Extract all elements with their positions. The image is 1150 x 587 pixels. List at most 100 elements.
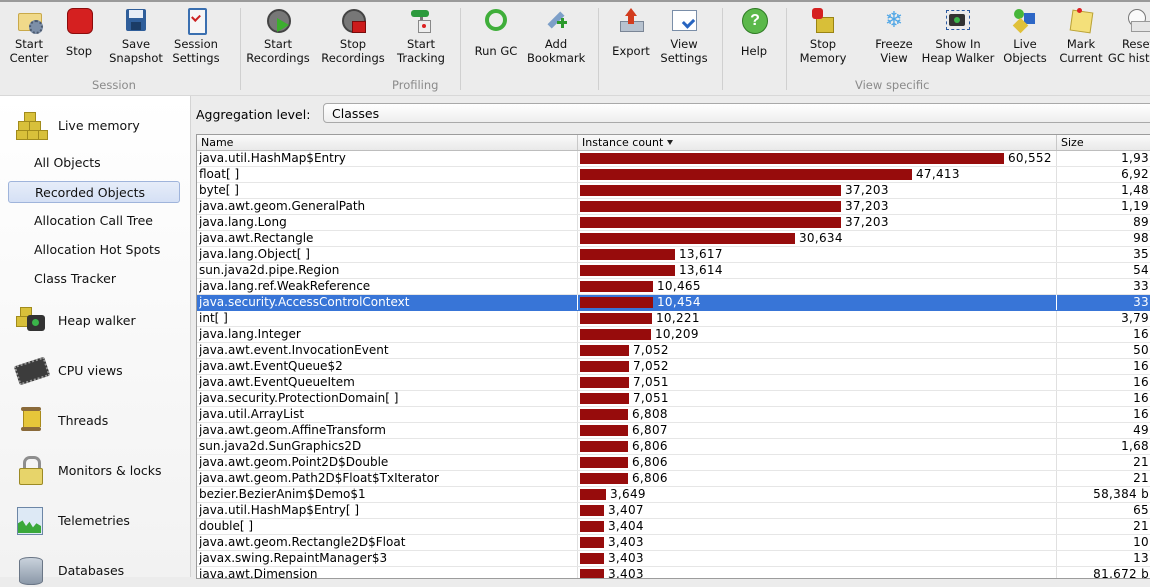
sidebar-item-recorded-objects[interactable]: Recorded Objects — [8, 181, 180, 203]
sidebar-category-telemetries[interactable]: Telemetries — [14, 503, 130, 537]
table-row[interactable]: java.awt.EventQueueItem 7,051 16 — [197, 375, 1150, 391]
table-row[interactable]: java.security.ProtectionDomain[ ] 7,051 16 — [197, 391, 1150, 407]
stop-recordings-button[interactable]: Stop Recordings — [320, 7, 386, 69]
run-gc-button[interactable]: Run GC — [470, 7, 522, 69]
table-row[interactable]: java.lang.Integer 10,209 16 — [197, 327, 1150, 343]
signpost-icon-part — [411, 10, 429, 17]
stop-button[interactable]: Stop — [57, 7, 101, 69]
session-settings-button[interactable]: Session Settings — [168, 7, 224, 69]
stop-memory-button[interactable]: Stop Memory — [795, 7, 851, 69]
sidebar-category-databases[interactable]: Databases — [14, 553, 124, 587]
reset-gc-history-label: Reset GC history — [1107, 37, 1150, 65]
table-row[interactable]: sun.java2d.SunGraphics2D 6,806 1,68 — [197, 439, 1150, 455]
table-row[interactable]: java.security.AccessControlContext 10,454… — [197, 295, 1150, 311]
main-panel: Aggregation level: Classes Name Instance… — [191, 96, 1150, 579]
recycle-icon-part — [485, 9, 507, 31]
stop-label: Stop — [65, 44, 93, 58]
instance-count-bar — [580, 489, 606, 500]
table-row[interactable]: sun.java2d.pipe.Region 13,614 54 — [197, 263, 1150, 279]
sidebar-category-label: Telemetries — [58, 512, 130, 528]
note-pin-icon-part — [1077, 8, 1082, 13]
table-row[interactable]: java.awt.Dimension 3,403 81,672 b — [197, 567, 1150, 579]
toolbar-group-label-profiling: Profiling — [392, 78, 439, 92]
aggregation-level-label: Aggregation level: — [196, 107, 311, 122]
reset-gc-history-button[interactable]: Reset GC history — [1105, 7, 1150, 69]
table-row[interactable]: float[ ] 47,413 6,92 — [197, 167, 1150, 183]
instance-count-value: 3,649 — [610, 487, 646, 501]
table-row[interactable]: java.lang.ref.WeakReference 10,465 33 — [197, 279, 1150, 295]
table-row[interactable]: java.lang.Object[ ] 13,617 35 — [197, 247, 1150, 263]
save-snapshot-button[interactable]: Save Snapshot — [108, 7, 164, 69]
sidebar-category-threads[interactable]: Threads — [14, 403, 108, 437]
class-name-cell: java.awt.EventQueue$2 — [199, 359, 343, 373]
instance-count-cell: 7,051 — [577, 375, 1056, 390]
column-header-name[interactable]: Name — [197, 135, 577, 150]
toolbar-group-label-session: Session — [92, 78, 136, 92]
sidebar-category-cpu-views[interactable]: CPU views — [13, 353, 123, 387]
table-row[interactable]: java.lang.Long 37,203 89 — [197, 215, 1150, 231]
table-row[interactable]: bezier.BezierAnim$Demo$1 3,649 58,384 b — [197, 487, 1150, 503]
table-row[interactable]: java.util.HashMap$Entry 60,552 1,93 — [197, 151, 1150, 167]
instance-count-value: 30,634 — [799, 231, 843, 245]
instance-count-bar — [580, 153, 1004, 164]
sidebar-item-allocation-hot-spots[interactable]: Allocation Hot Spots — [8, 239, 180, 261]
size-cell: 33 — [1056, 279, 1150, 294]
start-tracking-button[interactable]: Start Tracking — [393, 7, 449, 69]
freeze-view-button[interactable]: ❄ Freeze View — [868, 7, 920, 69]
table-row[interactable]: java.awt.geom.AffineTransform 6,807 49 — [197, 423, 1150, 439]
column-header-instance-count[interactable]: Instance count — [577, 135, 1056, 150]
instance-count-value: 3,403 — [608, 567, 644, 579]
sidebar-item-class-tracker[interactable]: Class Tracker — [8, 268, 180, 290]
table-row[interactable]: java.awt.EventQueue$2 7,052 16 — [197, 359, 1150, 375]
sidebar-category-monitors-locks[interactable]: Monitors & locks — [14, 453, 161, 487]
note-pin-icon — [1068, 7, 1094, 34]
start-recordings-button[interactable]: Start Recordings — [245, 7, 311, 69]
table-row[interactable]: java.awt.geom.Rectangle2D$Float 3,403 10 — [197, 535, 1150, 551]
stop-memory-label: Stop Memory — [799, 37, 847, 65]
size-cell: 89 — [1056, 215, 1150, 230]
start-center-button[interactable]: Start Center — [2, 7, 56, 69]
instance-count-value: 60,552 — [1008, 151, 1052, 165]
mark-current-button[interactable]: Mark Current — [1054, 7, 1108, 69]
table-row[interactable]: java.util.HashMap$Entry[ ] 3,407 65 — [197, 503, 1150, 519]
sidebar-category-live-memory[interactable]: Live memory — [14, 108, 140, 142]
export-arrow-icon-part — [628, 16, 634, 24]
table-row[interactable]: java.awt.geom.Path2D$Float$TxIterator 6,8… — [197, 471, 1150, 487]
help-button[interactable]: ? Help — [732, 7, 776, 69]
table-row[interactable]: double[ ] 3,404 21 — [197, 519, 1150, 535]
class-name-cell: java.awt.geom.AffineTransform — [199, 423, 386, 437]
add-bookmark-label: Add Bookmark — [527, 37, 586, 65]
instance-count-value: 6,806 — [632, 455, 668, 469]
show-in-heap-walker-button[interactable]: Show In Heap Walker — [921, 7, 995, 69]
class-name-cell: bezier.BezierAnim$Demo$1 — [199, 487, 366, 501]
class-name-cell: java.util.ArrayList — [199, 407, 305, 421]
memory-stop-icon-part — [812, 8, 823, 19]
clipboard-check-icon — [183, 7, 209, 35]
sidebar-category-heap-walker[interactable]: Heap walker — [14, 303, 136, 337]
table-row[interactable]: java.awt.Rectangle 30,634 98 — [197, 231, 1150, 247]
instance-count-value: 10,209 — [655, 327, 699, 341]
instance-count-value: 7,051 — [633, 375, 669, 389]
table-row[interactable]: java.awt.geom.Point2D$Double 6,806 21 — [197, 455, 1150, 471]
sidebar-item-all-objects[interactable]: All Objects — [8, 152, 180, 174]
table-row[interactable]: java.awt.event.InvocationEvent 7,052 50 — [197, 343, 1150, 359]
add-bookmark-button[interactable]: Add Bookmark — [527, 7, 585, 69]
sidebar-category-label: Heap walker — [58, 312, 136, 328]
aggregation-level-select[interactable]: Classes — [323, 103, 1150, 123]
column-header-size[interactable]: Size — [1056, 135, 1150, 150]
table-row[interactable]: byte[ ] 37,203 1,48 — [197, 183, 1150, 199]
live-objects-button[interactable]: Live Objects — [1001, 7, 1049, 69]
table-row[interactable]: java.awt.geom.GeneralPath 37,203 1,19 — [197, 199, 1150, 215]
export-button[interactable]: Export — [606, 7, 656, 69]
start-recordings-label: Start Recordings — [246, 37, 310, 65]
table-row[interactable]: int[ ] 10,221 3,79 — [197, 311, 1150, 327]
snowflake-icon-part: ❄ — [884, 7, 904, 32]
film-reel-play-icon — [265, 7, 291, 33]
class-name-cell: java.awt.Dimension — [199, 567, 318, 579]
sidebar-item-allocation-call-tree[interactable]: Allocation Call Tree — [8, 210, 180, 232]
size-cell: 58,384 b — [1056, 487, 1150, 502]
view-settings-button[interactable]: View Settings — [656, 7, 712, 69]
table-row[interactable]: javax.swing.RepaintManager$3 3,403 13 — [197, 551, 1150, 567]
table-row[interactable]: java.util.ArrayList 6,808 16 — [197, 407, 1150, 423]
memory-stop-icon-part — [816, 17, 834, 33]
